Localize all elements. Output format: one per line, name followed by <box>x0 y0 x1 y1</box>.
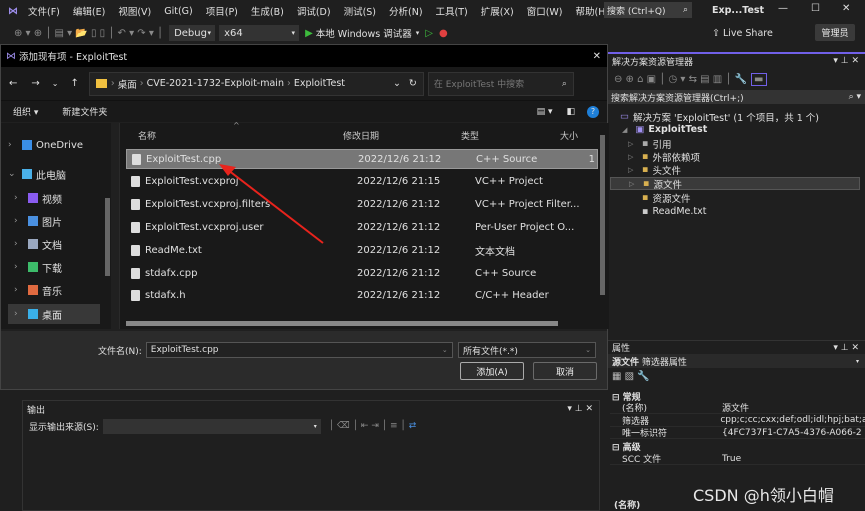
watermark: CSDN @h领小白帽 <box>693 486 834 505</box>
add-button[interactable]: 添加(A) <box>460 362 524 380</box>
annotation-arrow <box>219 164 324 244</box>
file-type-filter[interactable]: 所有文件(*.*) ⌄ <box>458 342 596 358</box>
cancel-button[interactable]: 取消 <box>533 362 597 380</box>
filename-input[interactable]: ExploitTest.cpp ⌄ <box>145 342 453 358</box>
